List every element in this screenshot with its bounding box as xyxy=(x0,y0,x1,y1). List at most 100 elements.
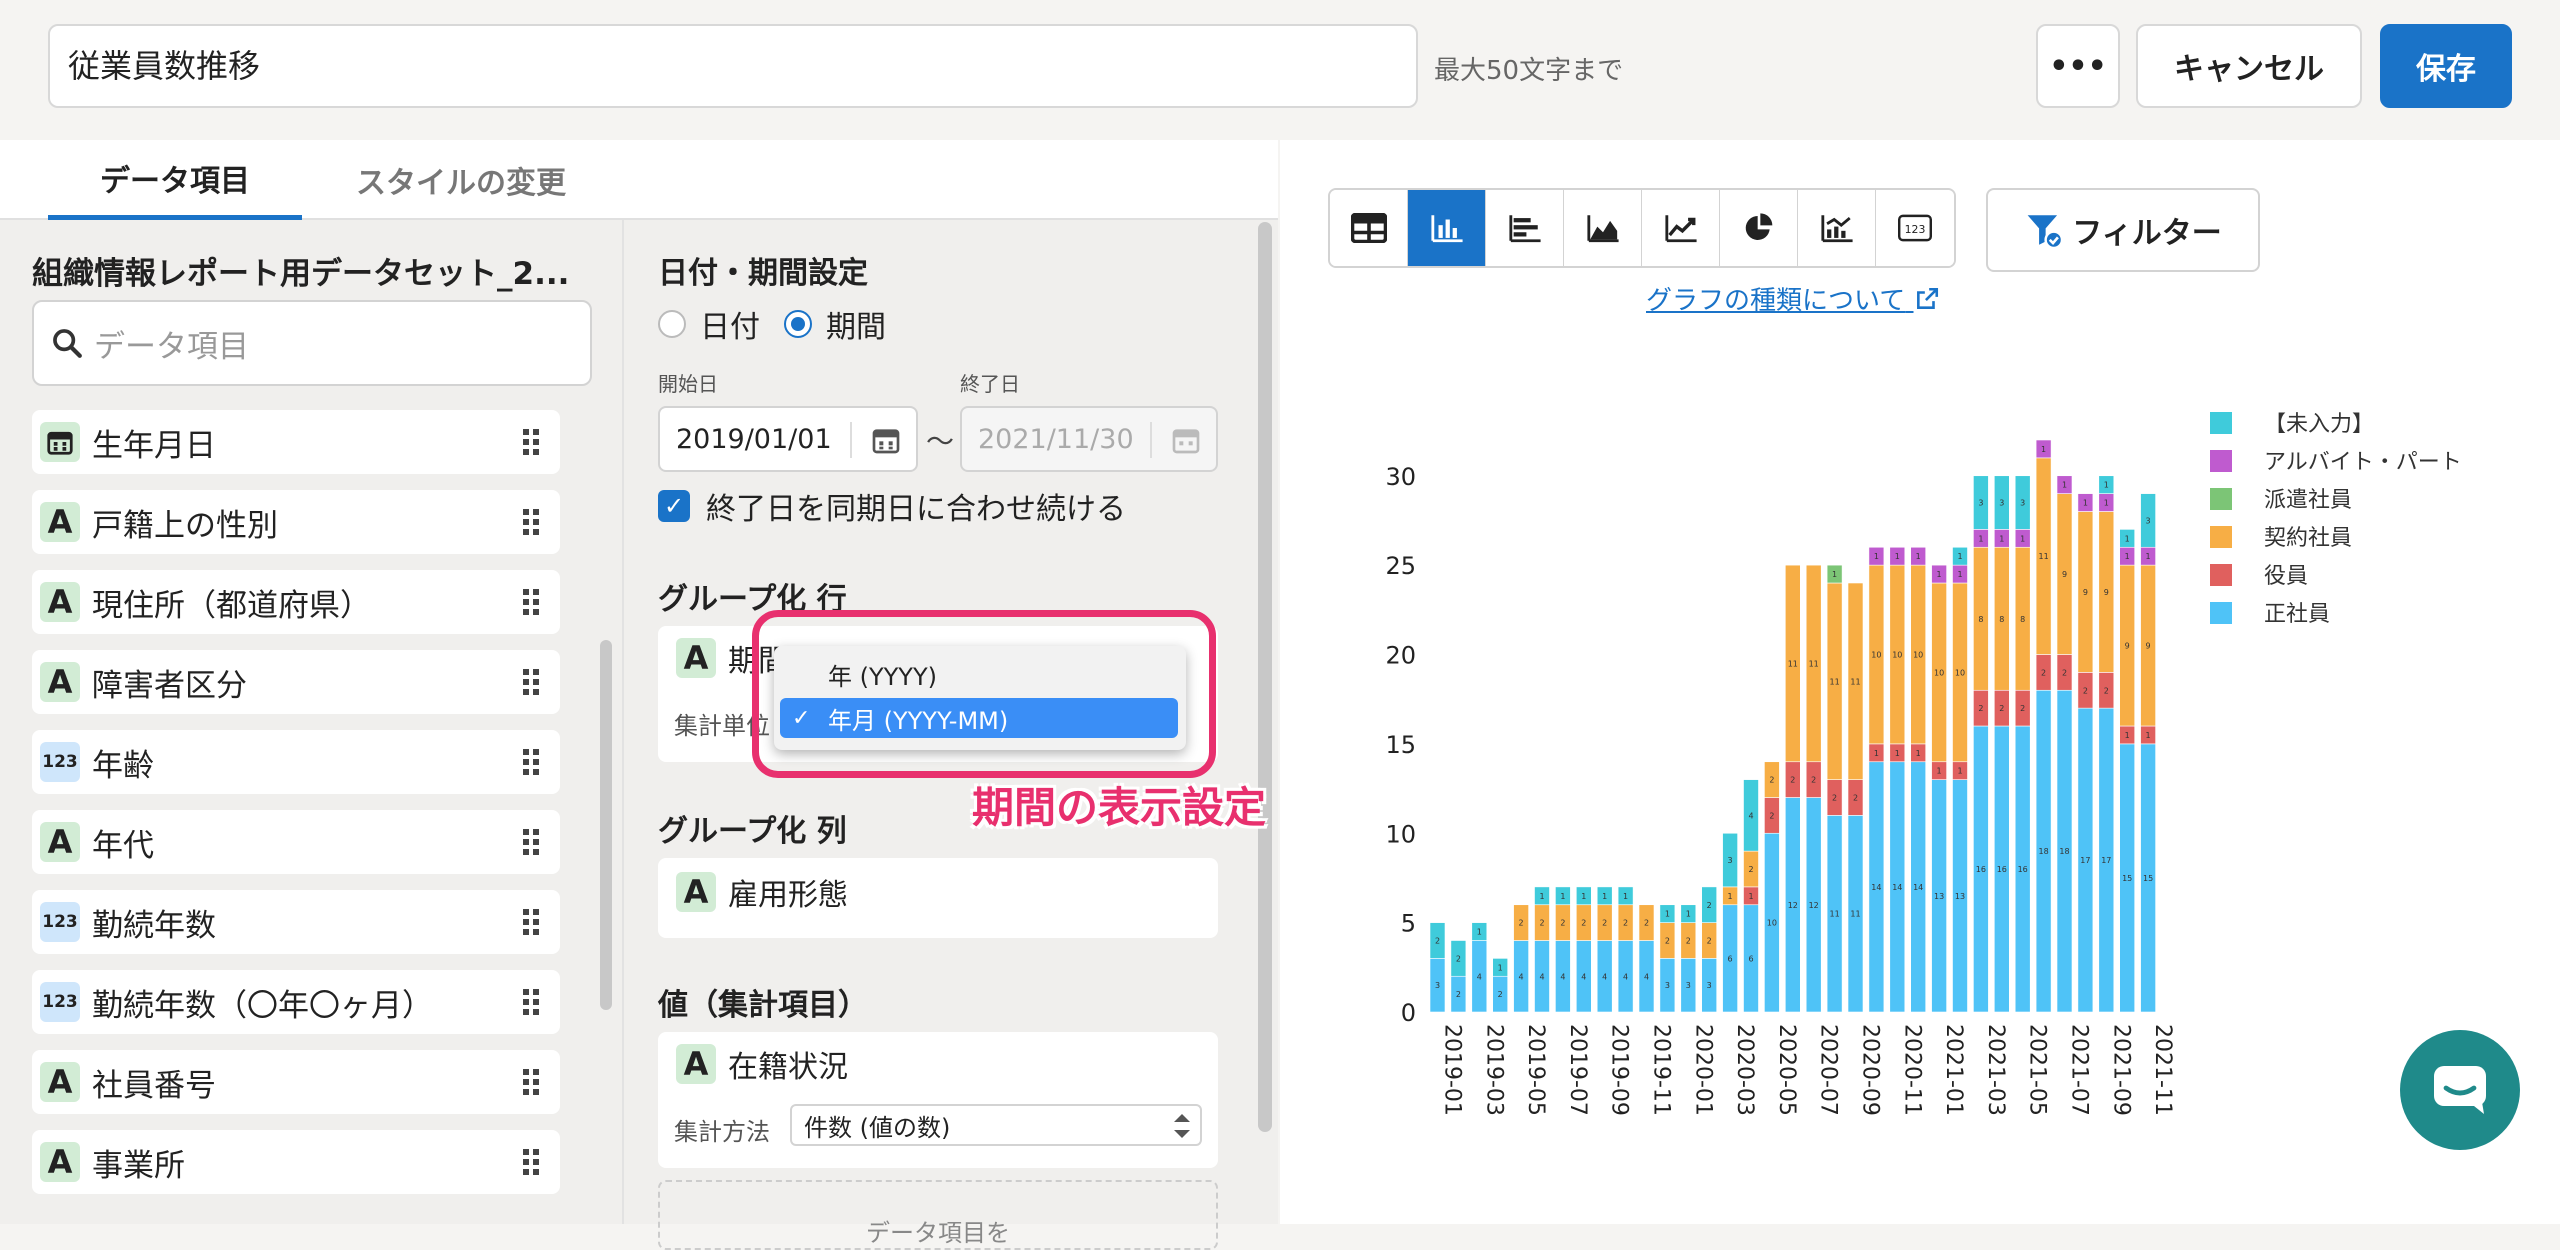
x-tick-label: 2019-01 xyxy=(1440,1024,1465,1116)
data-label: 8 xyxy=(2020,615,2025,624)
data-label: 11 xyxy=(1809,659,1819,668)
radio-period[interactable]: 期間 xyxy=(784,302,886,346)
data-label: 2 xyxy=(2062,668,2067,677)
settings-scrollbar[interactable] xyxy=(1258,222,1272,1132)
field-item[interactable]: A 事業所 xyxy=(32,1130,560,1194)
data-label: 1 xyxy=(1665,910,1670,919)
x-tick-label: 2020-01 xyxy=(1690,1024,1715,1116)
data-label: 18 xyxy=(2039,847,2049,856)
end-date-input: 2021/11/30 xyxy=(960,406,1218,472)
data-label: 11 xyxy=(1830,910,1840,919)
search-input[interactable]: データ項目 xyxy=(32,300,592,386)
legend-label: 契約社員 xyxy=(2264,526,2352,551)
data-label: 3 xyxy=(1665,981,1670,990)
field-drop-area[interactable]: データ項目を xyxy=(658,1180,1218,1250)
drag-handle-icon[interactable] xyxy=(522,508,540,536)
field-label: 生年月日 xyxy=(92,427,216,464)
legend-swatch xyxy=(2210,488,2232,510)
field-list-scrollbar[interactable] xyxy=(600,640,612,1010)
agg-method-select[interactable]: 件数 (値の数) xyxy=(790,1104,1202,1146)
drag-handle-icon[interactable] xyxy=(522,748,540,776)
search-icon xyxy=(53,329,82,358)
field-item[interactable]: A 社員番号 xyxy=(32,1050,560,1114)
data-label: 2 xyxy=(2041,668,2046,677)
text-type-icon: A xyxy=(676,872,716,912)
data-label: 1 xyxy=(2125,534,2130,543)
tab-style[interactable]: スタイルの変更 xyxy=(320,140,602,220)
data-label: 1 xyxy=(2104,481,2109,490)
data-label: 10 xyxy=(1767,919,1777,928)
data-label: 1 xyxy=(1539,892,1544,901)
drag-handle-icon[interactable] xyxy=(522,588,540,616)
legend-swatch xyxy=(2210,450,2232,472)
field-item[interactable]: A 戸籍上の性別 xyxy=(32,490,560,554)
drag-handle-icon[interactable] xyxy=(522,668,540,696)
field-label: 障害者区分 xyxy=(92,667,247,704)
y-tick-label: 20 xyxy=(1385,642,1416,670)
data-label: 3 xyxy=(2020,499,2025,508)
chat-icon xyxy=(2434,1066,2486,1114)
start-date-label: 開始日 xyxy=(658,372,718,396)
drag-handle-icon[interactable] xyxy=(522,1068,540,1096)
calendar-icon[interactable] xyxy=(870,424,902,456)
data-label: 17 xyxy=(2080,856,2090,865)
data-label: 2 xyxy=(1560,919,1565,928)
drag-handle-icon[interactable] xyxy=(522,908,540,936)
field-item[interactable]: A 現住所（都道府県） xyxy=(32,570,560,634)
legend-swatch xyxy=(2210,564,2232,586)
annotation-label: 期間の表示設定 xyxy=(972,783,1267,832)
x-tick-label: 2021-05 xyxy=(2025,1024,2050,1116)
legend-swatch xyxy=(2210,412,2232,434)
field-label: 年代 xyxy=(92,827,154,864)
data-label: 16 xyxy=(1997,865,2007,874)
data-label: 9 xyxy=(2062,570,2067,579)
text-type-icon: A xyxy=(40,822,80,862)
group-col-card[interactable]: A 雇用形態 xyxy=(658,858,1218,938)
x-tick-label: 2021-11 xyxy=(2150,1024,2175,1116)
data-label: 1 xyxy=(2083,499,2088,508)
data-label: 1 xyxy=(1895,552,1900,561)
more-options-button[interactable]: ••• xyxy=(2036,24,2120,108)
data-label: 3 xyxy=(1435,981,1440,990)
start-date-input[interactable]: 2019/01/01 xyxy=(658,406,918,472)
data-label: 3 xyxy=(1707,981,1712,990)
field-item[interactable]: 123 勤続年数（〇年〇ヶ月） xyxy=(32,970,560,1034)
field-item[interactable]: A 年代 xyxy=(32,810,560,874)
report-title-input[interactable]: 従業員数推移 xyxy=(48,24,1418,108)
data-label: 2 xyxy=(1769,776,1774,785)
drag-handle-icon[interactable] xyxy=(522,1148,540,1176)
field-item[interactable]: 生年月日 xyxy=(32,410,560,474)
number-type-icon: 123 xyxy=(40,742,80,782)
end-date-label: 終了日 xyxy=(960,372,1020,396)
data-label: 2 xyxy=(1581,919,1586,928)
drag-handle-icon[interactable] xyxy=(522,828,540,856)
agg-method-value: 件数 (値の数) xyxy=(804,1113,951,1142)
data-label: 1 xyxy=(2146,552,2151,561)
radio-date[interactable]: 日付 xyxy=(658,302,760,346)
chat-support-button[interactable] xyxy=(2400,1030,2520,1150)
data-label: 4 xyxy=(1477,972,1482,981)
keep-end-date-checkbox[interactable]: ✓ 終了日を同期日に合わせ続ける xyxy=(658,484,1126,528)
field-item[interactable]: A 障害者区分 xyxy=(32,650,560,714)
highlight-frame xyxy=(752,610,1216,778)
data-label: 1 xyxy=(1728,892,1733,901)
drag-handle-icon[interactable] xyxy=(522,988,540,1016)
tab-data-items[interactable]: データ項目 xyxy=(48,140,302,220)
select-arrows-icon xyxy=(1174,1114,1190,1138)
data-label: 3 xyxy=(2146,516,2151,525)
drag-handle-icon[interactable] xyxy=(522,428,540,456)
data-label: 1 xyxy=(1874,552,1879,561)
cancel-button[interactable]: キャンセル xyxy=(2136,24,2362,108)
data-label: 1 xyxy=(1937,570,1942,579)
save-button[interactable]: 保存 xyxy=(2380,24,2512,108)
data-label: 2 xyxy=(1602,919,1607,928)
data-label: 3 xyxy=(1999,499,2004,508)
stacked-bar-chart: 0510152025303222412142421421421421421423… xyxy=(1385,412,2462,1116)
field-item[interactable]: 123 勤続年数 xyxy=(32,890,560,954)
data-label: 1 xyxy=(1686,910,1691,919)
field-item[interactable]: 123 年齢 xyxy=(32,730,560,794)
data-label: 2 xyxy=(1999,704,2004,713)
data-label: 10 xyxy=(1934,668,1944,677)
data-label: 2 xyxy=(1707,901,1712,910)
legend-label: 派遣社員 xyxy=(2264,488,2352,513)
